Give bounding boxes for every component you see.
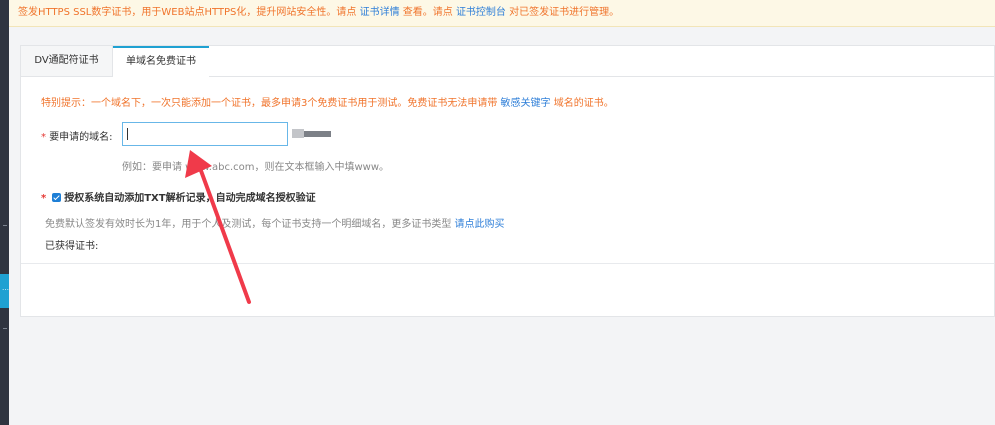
free-info-text: 免费默认签发有效时长为1年，用于个人及测试，每个证书支持一个明细域名，更多证书类… xyxy=(45,219,455,230)
sidebar-tick xyxy=(3,225,7,226)
notice-text-3: 对已签发证书进行管理。 xyxy=(505,7,620,18)
redacted-suffix xyxy=(304,131,331,137)
certificate-panel: DV通配符证书 单域名免费证书 特别提示：一个域名下，一次只能添加一个证书，最多… xyxy=(20,45,995,317)
notice-text-2: 查看。请点 xyxy=(399,7,456,18)
certificate-console-link[interactable]: 证书控制台 xyxy=(456,7,506,18)
certificate-detail-link[interactable]: 证书详情 xyxy=(360,7,400,18)
domain-input[interactable] xyxy=(122,122,288,146)
obtained-certificates-label: 已获得证书: xyxy=(45,241,99,252)
notice-text-1: 签发HTTPS SSL数字证书，用于WEB站点HTTPS化，提升网站安全性。请点 xyxy=(18,7,360,18)
sidebar-active-glyph: … xyxy=(2,284,9,292)
tab-dv-wildcard[interactable]: DV通配符证书 xyxy=(21,46,113,76)
auth-checkbox[interactable] xyxy=(52,193,62,202)
auth-label[interactable]: 授权系统自动添加TXT解析记录，自动完成域名授权验证 xyxy=(64,193,315,204)
tab-bar: DV通配符证书 单域名免费证书 xyxy=(21,46,994,77)
tab-single-domain-free[interactable]: 单域名免费证书 xyxy=(113,46,209,77)
domain-label: 要申请的域名: xyxy=(49,132,113,143)
sidebar-strip xyxy=(0,0,9,425)
special-notice-text-1: 特别提示：一个域名下，一次只能添加一个证书，最多申请3个免费证书用于测试。免费证… xyxy=(41,98,501,109)
required-mark: * xyxy=(41,193,47,204)
required-mark: * xyxy=(41,132,46,143)
sidebar-active-item[interactable]: … xyxy=(0,274,9,308)
text-cursor xyxy=(127,128,128,140)
domain-example: 例如：要申请 www.abc.com，则在文本框输入中填www。 xyxy=(122,162,390,173)
divider xyxy=(21,263,994,264)
sensitive-keyword-link[interactable]: 敏感关键字 xyxy=(501,98,551,109)
notice-bar: 签发HTTPS SSL数字证书，用于WEB站点HTTPS化，提升网站安全性。请点… xyxy=(9,0,995,27)
special-notice-text-2: 域名的证书。 xyxy=(550,98,614,109)
redacted-suffix xyxy=(292,129,304,138)
buy-link[interactable]: 请点此购买 xyxy=(455,219,505,230)
special-notice: 特别提示：一个域名下，一次只能添加一个证书，最多申请3个免费证书用于测试。免费证… xyxy=(41,94,614,109)
domain-label-row: * 要申请的域名: xyxy=(41,128,113,143)
auth-row: * 授权系统自动添加TXT解析记录，自动完成域名授权验证 xyxy=(41,189,316,204)
free-info: 免费默认签发有效时长为1年，用于个人及测试，每个证书支持一个明细域名，更多证书类… xyxy=(45,215,505,230)
sidebar-tick xyxy=(3,328,7,329)
